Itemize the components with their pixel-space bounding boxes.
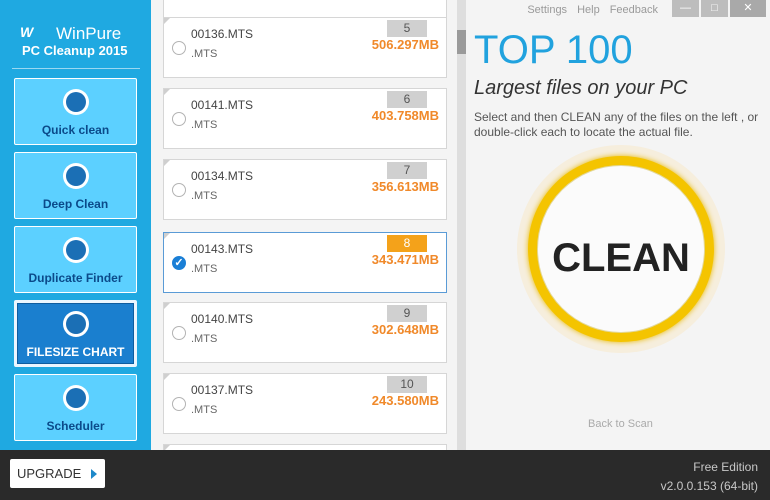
speedometer-icon <box>63 163 89 189</box>
duplicate-icon <box>63 237 89 263</box>
list-item[interactable]: 00137.MTS .MTS 10 243.580MB <box>163 373 447 434</box>
sidebar-item-label: Deep Clean <box>42 197 109 211</box>
sidebar-item-label: Scheduler <box>46 419 105 433</box>
chart-icon <box>63 311 89 337</box>
file-size: 403.758MB <box>371 108 439 123</box>
product-name: PC Cleanup 2015 <box>22 43 128 58</box>
edition-label: Free Edition <box>693 460 758 474</box>
list-item[interactable]: 00134.MTS .MTS 7 356.613MB <box>163 159 447 220</box>
file-extension: .MTS <box>191 263 218 275</box>
rank-badge: 7 <box>387 162 427 179</box>
select-radio[interactable] <box>172 326 186 340</box>
logo-divider <box>12 68 140 69</box>
back-to-scan-link[interactable]: Back to Scan <box>588 418 653 430</box>
file-name: 00143.MTS <box>191 242 254 256</box>
header-links: Settings Help Feedback <box>527 4 658 16</box>
scrollbar-thumb[interactable] <box>457 30 466 54</box>
file-extension: .MTS <box>191 333 218 345</box>
sidebar-item-deep-clean[interactable]: Deep Clean <box>14 152 137 219</box>
feedback-link[interactable]: Feedback <box>610 4 658 16</box>
file-extension: .MTS <box>191 119 218 131</box>
maximize-button[interactable]: □ <box>701 0 728 17</box>
file-extension: .MTS <box>191 190 218 202</box>
file-size: 506.297MB <box>371 37 439 52</box>
select-radio[interactable] <box>172 397 186 411</box>
play-arrow-icon <box>91 469 97 479</box>
sidebar: W WinPure PC Cleanup 2015 Quick clean De… <box>0 0 151 450</box>
settings-link[interactable]: Settings <box>527 4 567 16</box>
rank-badge: 9 <box>387 305 427 322</box>
page-title: TOP 100 <box>474 28 633 72</box>
app-logo: W WinPure PC Cleanup 2015 <box>12 18 140 70</box>
card-fold <box>164 303 170 309</box>
select-radio[interactable] <box>172 41 186 55</box>
logo-mark: W <box>20 24 33 40</box>
select-radio[interactable] <box>172 112 186 126</box>
list-scrollbar[interactable] <box>457 0 466 450</box>
sidebar-item-quick-clean[interactable]: Quick clean <box>14 78 137 145</box>
upgrade-label: UPGRADE <box>17 466 82 481</box>
file-list[interactable]: 00136.MTS .MTS 5 506.297MB 00141.MTS .MT… <box>151 0 457 450</box>
rank-badge: 5 <box>387 20 427 37</box>
window-controls: — □ ✕ <box>672 0 766 17</box>
help-link[interactable]: Help <box>577 4 600 16</box>
minimize-button[interactable]: — <box>672 0 699 17</box>
list-item[interactable]: 00140.MTS .MTS 9 302.648MB <box>163 302 447 363</box>
app-window: W WinPure PC Cleanup 2015 Quick clean De… <box>0 0 770 500</box>
rank-badge: 10 <box>387 376 427 393</box>
upgrade-button[interactable]: UPGRADE <box>10 459 105 488</box>
sidebar-item-filesize-chart[interactable]: FILESIZE CHART <box>14 300 137 367</box>
list-item[interactable]: 00136.MTS .MTS 5 506.297MB <box>163 17 447 78</box>
file-size: 343.471MB <box>371 252 439 267</box>
list-item[interactable]: 00141.MTS .MTS 6 403.758MB <box>163 88 447 149</box>
calendar-icon <box>63 385 89 411</box>
sidebar-item-label: Duplicate Finder <box>28 271 123 285</box>
select-radio[interactable] <box>172 183 186 197</box>
sidebar-item-label: FILESIZE CHART <box>26 345 125 359</box>
version-label: v2.0.0.153 (64-bit) <box>660 479 758 493</box>
clean-button[interactable]: CLEAN <box>537 165 705 333</box>
footer-bar: UPGRADE Free Edition v2.0.0.153 (64-bit) <box>0 450 770 500</box>
file-name: 00136.MTS <box>191 27 254 41</box>
file-size: 302.648MB <box>371 322 439 337</box>
rank-badge: 6 <box>387 91 427 108</box>
rank-badge: 8 <box>387 235 427 252</box>
page-subtitle: Largest files on your PC <box>474 77 688 99</box>
file-size: 356.613MB <box>371 179 439 194</box>
file-name: 00134.MTS <box>191 169 254 183</box>
card-fold <box>164 160 170 166</box>
card-fold <box>164 374 170 380</box>
checked-icon[interactable]: ✓ <box>172 256 186 270</box>
sidebar-item-duplicate-finder[interactable]: Duplicate Finder <box>14 226 137 293</box>
sidebar-item-label: Quick clean <box>41 123 110 137</box>
instructions-text: Select and then CLEAN any of the files o… <box>474 110 759 139</box>
card-fold <box>164 18 170 24</box>
close-button[interactable]: ✕ <box>730 0 766 17</box>
file-extension: .MTS <box>191 404 218 416</box>
file-name: 00141.MTS <box>191 98 254 112</box>
details-panel: Settings Help Feedback — □ ✕ TOP 100 Lar… <box>466 0 770 450</box>
card-fold <box>164 233 170 239</box>
brand-name: WinPure <box>56 24 122 43</box>
file-name: 00137.MTS <box>191 383 254 397</box>
clean-button-label: CLEAN <box>552 236 690 280</box>
file-size: 243.580MB <box>371 393 439 408</box>
file-extension: .MTS <box>191 48 218 60</box>
file-name: 00140.MTS <box>191 312 254 326</box>
sidebar-item-scheduler[interactable]: Scheduler <box>14 374 137 441</box>
wand-icon <box>63 89 89 115</box>
card-fold <box>164 89 170 95</box>
list-item-selected[interactable]: ✓ 00143.MTS .MTS 8 343.471MB <box>163 232 447 293</box>
